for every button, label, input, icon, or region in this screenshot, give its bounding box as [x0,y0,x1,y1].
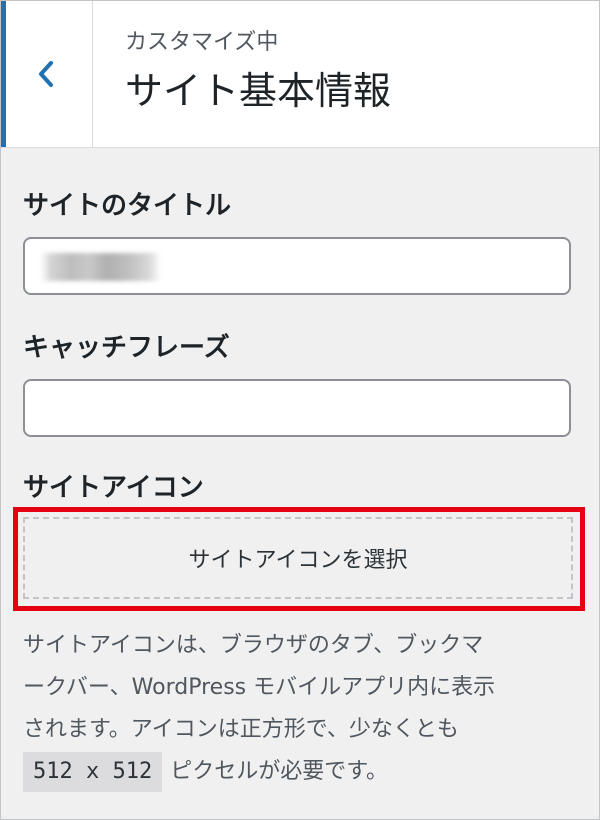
tagline-label: キャッチフレーズ [23,333,230,363]
customizer-panel: カスタマイズ中 サイト基本情報 サイトのタイトル キャッチフレーズ サイトアイコ… [0,0,600,820]
description-line: ークバー、WordPress モバイルアプリ内に表示 [23,675,496,700]
chevron-left-icon [39,61,53,87]
customizing-label: カスタマイズ中 [125,30,279,55]
back-button[interactable] [1,1,93,147]
select-site-icon-button[interactable]: サイトアイコンを選択 [23,517,573,599]
icon-size-code: 512 x 512 [23,752,163,792]
description-line: サイトアイコンは、ブラウザのタブ、ブックマ [23,633,484,658]
section-title: サイト基本情報 [125,69,392,113]
site-title-redacted-value [41,253,161,281]
site-icon-label: サイトアイコン [23,473,204,503]
description-line-last: 512 x 512 ピクセルが必要です。 [23,751,579,793]
description-line: されます。アイコンは正方形で、少なくとも [23,717,459,742]
header-titles: カスタマイズ中 サイト基本情報 [125,29,391,117]
site-icon-description: サイトアイコンは、ブラウザのタブ、ブックマ ークバー、WordPress モバイ… [23,625,579,793]
back-button-accent [1,1,6,147]
tagline-input[interactable] [23,379,571,437]
site-title-label: サイトのタイトル [23,191,232,221]
panel-header: カスタマイズ中 サイト基本情報 [1,1,599,148]
description-tail: ピクセルが必要です。 [170,759,389,784]
